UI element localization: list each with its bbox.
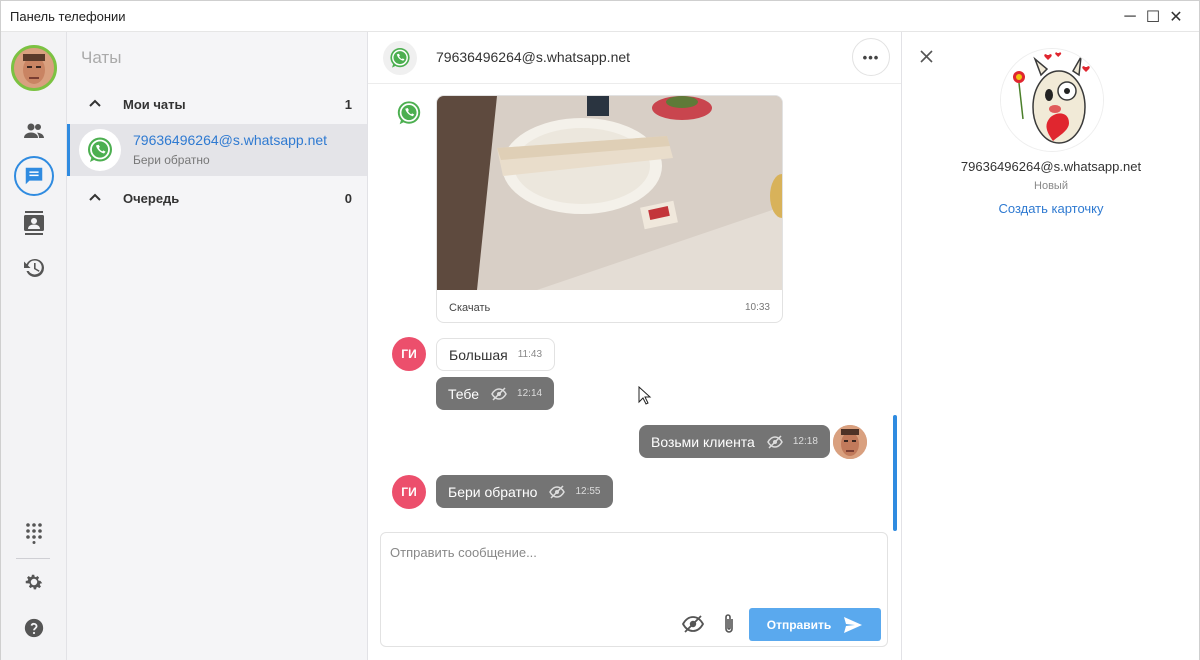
user-avatar[interactable] xyxy=(11,45,57,91)
eye-off-icon xyxy=(682,615,704,633)
group-label: Очередь xyxy=(123,191,180,206)
chat-list-item[interactable]: 79636496264@s.whatsapp.net Бери обратно xyxy=(67,124,367,176)
contact-avatar xyxy=(1001,49,1103,151)
more-horizontal-icon: ••• xyxy=(862,49,880,65)
history-icon xyxy=(24,258,44,277)
navigation-rail xyxy=(1,32,67,660)
app-window: Панель телефонии ─ ☐ ✕ Чаты Мои чаты 1 7… xyxy=(0,0,1200,660)
hide-message-button[interactable] xyxy=(680,611,706,637)
image-message[interactable]: Скачать 10:33 xyxy=(436,95,783,323)
contact-name: 79636496264@s.whatsapp.net xyxy=(960,159,1142,174)
message-time: 11:43 xyxy=(517,349,543,360)
message-photo[interactable] xyxy=(437,96,783,290)
message-text: Большая xyxy=(449,346,508,363)
message-composer[interactable]: Отправить сообщение... Отправить xyxy=(380,532,888,647)
sender-avatar: ГИ xyxy=(392,475,426,509)
rail-history[interactable] xyxy=(14,248,54,288)
message-time: 12:55 xyxy=(575,486,601,497)
close-icon: ✕ xyxy=(1169,8,1183,26)
message-bubble: Бери обратно 12:55 xyxy=(436,475,613,508)
message-time: 12:18 xyxy=(792,436,818,447)
rail-help[interactable] xyxy=(14,608,54,648)
message-bubble: Большая 11:43 xyxy=(436,338,556,371)
gear-icon xyxy=(25,574,43,590)
chat-icon xyxy=(25,167,43,185)
people-icon xyxy=(24,123,44,138)
hidden-eye-icon xyxy=(549,484,566,499)
message-input-placeholder[interactable]: Отправить сообщение... xyxy=(390,545,537,560)
title-bar: Панель телефонии ─ ☐ ✕ xyxy=(1,1,1199,32)
group-label: Мои чаты xyxy=(123,97,186,112)
conversation-header: 79636496264@s.whatsapp.net ••• xyxy=(368,32,901,84)
rail-contacts[interactable] xyxy=(14,111,54,151)
close-panel-button[interactable] xyxy=(917,47,935,65)
close-window-button[interactable]: ✕ xyxy=(1153,1,1199,32)
send-icon xyxy=(844,616,863,633)
attach-button[interactable] xyxy=(717,611,741,637)
send-button[interactable]: Отправить xyxy=(749,608,881,641)
help-icon xyxy=(24,618,44,638)
chevron-up-icon xyxy=(89,99,101,107)
message-time: 10:33 xyxy=(744,302,770,313)
rail-dialpad[interactable] xyxy=(14,513,54,553)
dialpad-icon xyxy=(26,523,42,544)
message-time: 12:14 xyxy=(517,388,543,399)
chevron-up-icon xyxy=(89,193,101,201)
group-count: 1 xyxy=(344,97,352,112)
contact-status: Новый xyxy=(1034,180,1068,192)
rail-address-book[interactable] xyxy=(14,203,54,243)
message-text: Бери обратно xyxy=(448,483,538,500)
message-bubble: Тебе 12:14 xyxy=(436,377,555,410)
more-options-button[interactable]: ••• xyxy=(852,38,890,76)
whatsapp-icon xyxy=(79,129,121,171)
sender-avatar: ГИ xyxy=(392,337,426,371)
rail-divider xyxy=(16,558,50,559)
rail-chats[interactable] xyxy=(14,156,54,196)
whatsapp-icon xyxy=(383,41,417,75)
message-text: Тебе xyxy=(448,385,480,402)
messages-scrollbar[interactable] xyxy=(893,415,897,531)
rail-settings[interactable] xyxy=(14,562,54,602)
mouse-cursor-icon xyxy=(638,386,652,405)
message-bubble: Возьми клиента 12:18 xyxy=(639,425,830,458)
download-link[interactable]: Скачать xyxy=(449,302,490,314)
operator-avatar xyxy=(833,425,867,459)
contact-details-panel: 79636496264@s.whatsapp.net Новый Создать… xyxy=(901,32,1199,660)
hidden-eye-icon xyxy=(766,434,783,449)
chats-panel: Чаты Мои чаты 1 79636496264@s.whatsapp.n… xyxy=(67,32,368,660)
window-title: Панель телефонии xyxy=(10,9,126,24)
chats-title: Чаты xyxy=(81,48,122,67)
group-my-chats[interactable]: Мои чаты 1 xyxy=(67,90,368,118)
chat-contact-name: 79636496264@s.whatsapp.net xyxy=(133,132,328,148)
message-text: Возьми клиента xyxy=(651,433,755,450)
conversation-contact-name: 79636496264@s.whatsapp.net xyxy=(436,49,631,65)
group-count: 0 xyxy=(344,191,352,206)
conversation-panel: 79636496264@s.whatsapp.net ••• Скачать 1… xyxy=(368,32,901,660)
send-label: Отправить xyxy=(766,617,832,632)
paperclip-icon xyxy=(725,614,733,633)
whatsapp-icon xyxy=(394,98,424,128)
group-queue[interactable]: Очередь 0 xyxy=(67,184,368,212)
contact-book-icon xyxy=(24,211,44,235)
hidden-eye-icon xyxy=(491,386,507,401)
close-icon xyxy=(919,49,933,63)
chat-last-message: Бери обратно xyxy=(133,153,210,167)
create-card-link[interactable]: Создать карточку xyxy=(902,201,1200,216)
